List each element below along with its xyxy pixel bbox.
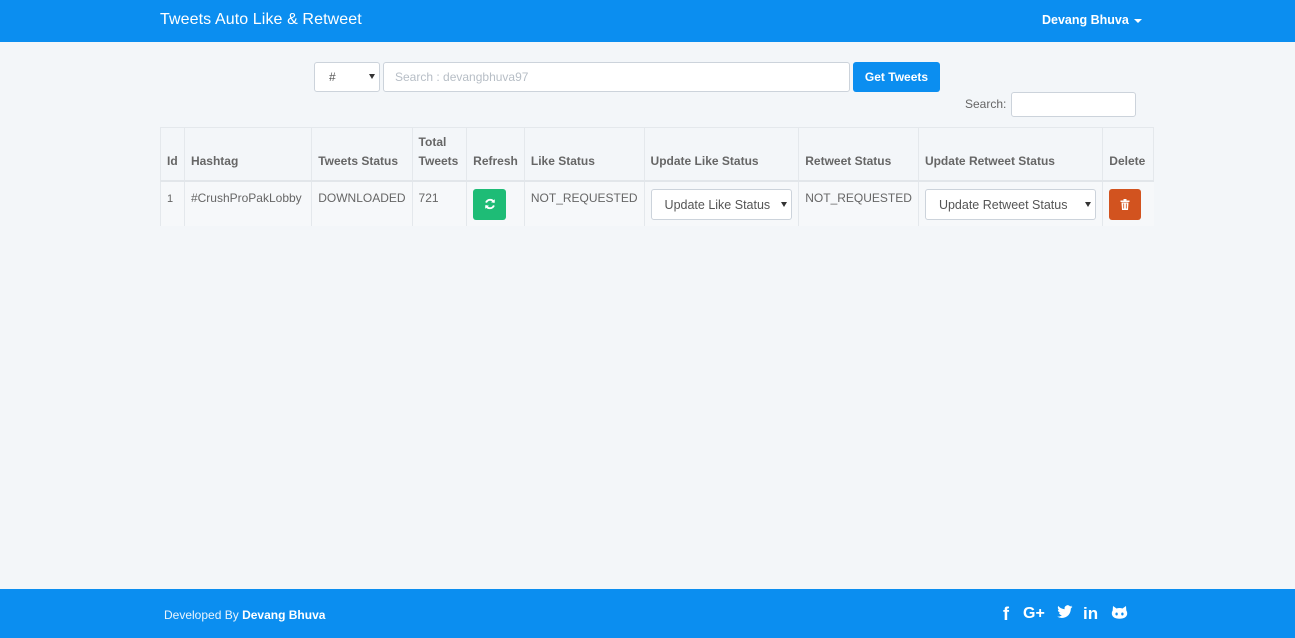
get-tweets-button[interactable]: Get Tweets bbox=[853, 62, 940, 92]
update-like-status-select[interactable]: Update Like Status bbox=[650, 188, 793, 220]
search-input[interactable] bbox=[383, 62, 850, 92]
footer-credit: Developed By Devang Bhuva bbox=[164, 608, 325, 622]
caret-down-icon bbox=[1133, 19, 1142, 23]
footer: Developed By Devang Bhuva f G+ in bbox=[0, 589, 1295, 638]
cell-update-like-status: Update Like Status bbox=[643, 180, 799, 226]
cell-retweet-status: NOT_REQUESTED bbox=[798, 180, 919, 226]
refresh-icon bbox=[484, 198, 495, 210]
header-update-retweet-status[interactable]: Update Retweet Status bbox=[917, 127, 1103, 182]
google-plus-icon[interactable]: G+ bbox=[1023, 605, 1045, 623]
search-type-select[interactable]: # bbox=[314, 62, 380, 92]
header-hashtag[interactable]: Hashtag bbox=[183, 127, 312, 182]
user-menu-dropdown[interactable]: Devang Bhuva bbox=[1042, 13, 1142, 27]
header-retweet-status[interactable]: Retweet Status bbox=[798, 127, 919, 182]
table-search-input[interactable] bbox=[1011, 92, 1136, 117]
brand-title[interactable]: Tweets Auto Like & Retweet bbox=[160, 11, 362, 29]
footer-prefix: Developed By bbox=[164, 608, 239, 622]
footer-author-link[interactable]: Devang Bhuva bbox=[242, 608, 325, 622]
cell-like-status: NOT_REQUESTED bbox=[523, 180, 645, 226]
trash-icon bbox=[1120, 198, 1130, 210]
table-header-row: Id Hashtag Tweets Status Total Tweets Re… bbox=[160, 127, 1154, 182]
cell-update-retweet-status: Update Retweet Status bbox=[917, 180, 1103, 226]
user-name: Devang Bhuva bbox=[1042, 13, 1129, 27]
header-total-tweets-line2: Tweets bbox=[418, 153, 459, 168]
table-search-label: Search: bbox=[965, 97, 1007, 111]
facebook-icon[interactable]: f bbox=[1003, 605, 1009, 623]
update-retweet-status-value: Update Retweet Status bbox=[938, 197, 1068, 212]
refresh-button[interactable] bbox=[473, 188, 507, 220]
hashtag-table: Id Hashtag Tweets Status Total Tweets Re… bbox=[160, 127, 1154, 226]
linkedin-icon[interactable]: in bbox=[1083, 605, 1098, 623]
header-delete[interactable]: Delete bbox=[1102, 127, 1154, 182]
navbar: Tweets Auto Like & Retweet Devang Bhuva bbox=[0, 0, 1295, 42]
search-type-value: # bbox=[329, 70, 336, 84]
header-total-tweets[interactable]: Total Tweets bbox=[411, 127, 467, 182]
cell-hashtag: #CrushProPakLobby bbox=[183, 180, 312, 226]
dropdown-arrow-icon bbox=[369, 74, 375, 79]
cell-delete bbox=[1102, 180, 1154, 226]
header-id[interactable]: Id bbox=[160, 127, 185, 182]
twitter-icon[interactable] bbox=[1057, 605, 1073, 624]
delete-button[interactable] bbox=[1109, 188, 1142, 220]
github-icon[interactable] bbox=[1111, 605, 1128, 625]
cell-tweets-status: DOWNLOADED bbox=[311, 180, 413, 226]
table-row: 1 #CrushProPakLobby DOWNLOADED 721 NOT_R… bbox=[160, 180, 1154, 226]
update-retweet-status-select[interactable]: Update Retweet Status bbox=[924, 188, 1097, 220]
cell-total-tweets: 721 bbox=[411, 180, 467, 226]
header-tweets-status[interactable]: Tweets Status bbox=[311, 127, 413, 182]
dropdown-arrow-icon bbox=[1085, 201, 1092, 207]
cell-id: 1 bbox=[160, 180, 185, 226]
dropdown-arrow-icon bbox=[781, 201, 788, 207]
cell-refresh bbox=[466, 180, 525, 226]
header-like-status[interactable]: Like Status bbox=[523, 127, 645, 182]
update-like-status-value: Update Like Status bbox=[664, 197, 771, 212]
header-refresh[interactable]: Refresh bbox=[466, 127, 525, 182]
header-update-like-status[interactable]: Update Like Status bbox=[643, 127, 799, 182]
header-total-tweets-line1: Total bbox=[418, 134, 447, 149]
